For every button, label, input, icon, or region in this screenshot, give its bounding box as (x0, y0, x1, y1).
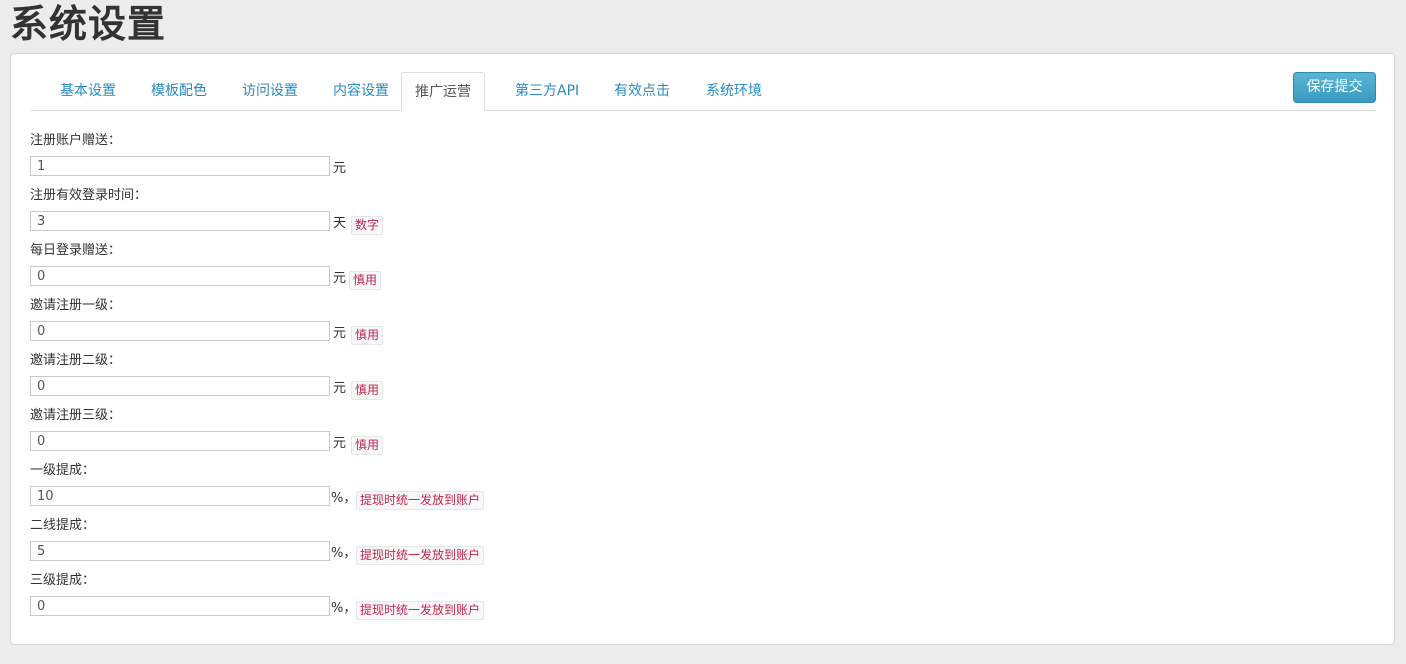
field-unit: 天 (333, 216, 347, 231)
hint-badge: 提现时统一发放到账户 (356, 601, 485, 620)
tab-content-settings[interactable]: 内容设置 (320, 72, 402, 111)
field-commission-level-2: 二线提成： %， 提现时统一发放到账户 (30, 517, 730, 572)
field-label: 邀请注册三级： (30, 408, 122, 423)
invite-level-1-input[interactable] (30, 321, 330, 341)
field-label: 邀请注册一级： (30, 298, 122, 313)
invite-level-2-input[interactable] (30, 376, 330, 396)
register-login-days-input[interactable] (30, 211, 330, 231)
tab-third-party-api[interactable]: 第三方API (502, 72, 592, 111)
field-commission-level-1: 一级提成： %， 提现时统一发放到账户 (30, 462, 730, 517)
field-register-login-days: 注册有效登录时间： 天 数字 (30, 187, 730, 242)
save-submit-button[interactable]: 保存提交 (1293, 72, 1376, 103)
field-label: 二线提成： (30, 518, 96, 533)
field-unit: %， (331, 491, 357, 506)
field-unit: %， (331, 546, 357, 561)
tab-bar: 基本设置 模板配色 访问设置 内容设置 推广运营 第三方API 有效点击 系统环… (31, 72, 1376, 112)
commission-level-2-input[interactable] (30, 541, 330, 561)
hint-badge: 数字 (351, 216, 384, 235)
hint-badge: 慎用 (351, 381, 384, 400)
tab-basic-settings[interactable]: 基本设置 (47, 72, 129, 111)
field-invite-level-3: 邀请注册三级： 元 慎用 (30, 407, 730, 462)
hint-badge: 慎用 (351, 436, 384, 455)
page-title: 系统设置 (10, 2, 167, 46)
hint-badge: 慎用 (351, 326, 384, 345)
field-unit: 元 (333, 326, 347, 341)
field-label: 每日登录赠送： (30, 243, 122, 258)
commission-level-3-input[interactable] (30, 596, 330, 616)
field-commission-level-3: 三级提成： %， 提现时统一发放到账户 (30, 572, 730, 627)
field-label: 一级提成： (30, 463, 96, 478)
settings-panel: 基本设置 模板配色 访问设置 内容设置 推广运营 第三方API 有效点击 系统环… (10, 53, 1395, 645)
field-label: 邀请注册二级： (30, 353, 122, 368)
field-unit: 元 (333, 271, 347, 286)
field-invite-level-1: 邀请注册一级： 元 慎用 (30, 297, 730, 352)
field-unit: %， (331, 601, 357, 616)
hint-badge: 提现时统一发放到账户 (356, 546, 485, 565)
hint-badge: 提现时统一发放到账户 (356, 491, 485, 510)
hint-badge: 慎用 (349, 271, 382, 290)
field-invite-level-2: 邀请注册二级： 元 慎用 (30, 352, 730, 407)
daily-login-bonus-input[interactable] (30, 266, 330, 286)
tab-valid-clicks[interactable]: 有效点击 (601, 72, 683, 111)
tab-access-settings[interactable]: 访问设置 (229, 72, 311, 111)
commission-level-1-input[interactable] (30, 486, 330, 506)
field-label: 三级提成： (30, 573, 96, 588)
tab-template-colors[interactable]: 模板配色 (138, 72, 220, 111)
field-unit: 元 (333, 161, 347, 176)
field-label: 注册账户赠送： (30, 133, 122, 148)
tab-promotion-operations[interactable]: 推广运营 (401, 72, 485, 112)
field-unit: 元 (333, 436, 347, 451)
field-register-bonus: 注册账户赠送： 元 (30, 132, 730, 187)
field-label: 注册有效登录时间： (30, 188, 148, 203)
tab-system-environment[interactable]: 系统环境 (693, 72, 775, 111)
field-daily-login-bonus: 每日登录赠送： 元 慎用 (30, 242, 730, 297)
invite-level-3-input[interactable] (30, 431, 330, 451)
register-bonus-input[interactable] (30, 156, 330, 176)
field-unit: 元 (333, 381, 347, 396)
